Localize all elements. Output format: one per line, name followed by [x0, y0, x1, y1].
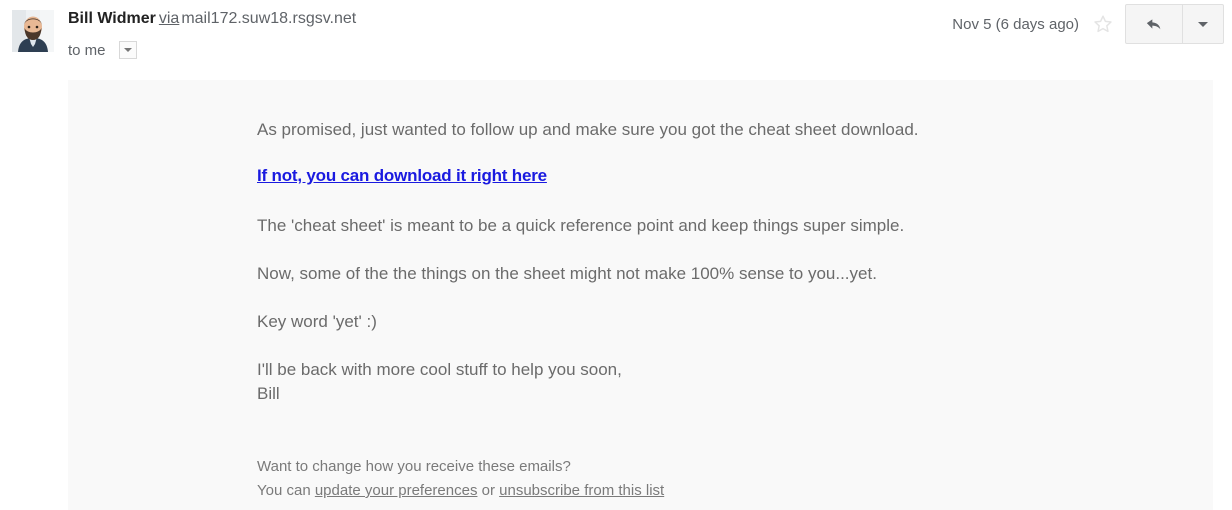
avatar[interactable] — [12, 10, 54, 52]
message-date: Nov 5 (6 days ago) — [952, 15, 1079, 33]
chevron-down-icon — [1198, 21, 1208, 27]
body-paragraph-4: Key word 'yet' :) — [257, 312, 377, 331]
sender-avatar-photo — [12, 10, 54, 52]
footer-question: Want to change how you receive these ema… — [257, 458, 571, 475]
more-options-button[interactable] — [1183, 5, 1223, 43]
recipient-label: to me — [68, 42, 106, 59]
header-actions: Nov 5 (6 days ago) — [952, 4, 1224, 44]
email-body-panel: As promised, just wanted to follow up an… — [68, 80, 1213, 510]
download-cheat-sheet-link[interactable]: If not, you can download it right here — [257, 166, 547, 185]
reply-button[interactable] — [1126, 5, 1183, 43]
via-label[interactable]: via — [159, 10, 179, 27]
sender-line: Bill Widmer via mail172.suw18.rsgsv.net — [68, 8, 356, 30]
star-outline-icon — [1094, 15, 1112, 33]
sender-name[interactable]: Bill Widmer — [68, 10, 156, 27]
email-footer: Want to change how you receive these ema… — [257, 455, 664, 503]
signoff-line-2: Bill — [257, 384, 280, 403]
chevron-down-icon — [123, 48, 132, 53]
recipient-line[interactable]: to me — [68, 40, 137, 62]
body-signoff: I'll be back with more cool stuff to hel… — [257, 358, 622, 406]
body-paragraph-1: As promised, just wanted to follow up an… — [257, 120, 919, 139]
unsubscribe-link[interactable]: unsubscribe from this list — [499, 482, 664, 499]
sender-domain: mail172.suw18.rsgsv.net — [181, 10, 357, 27]
body-paragraph-3: Now, some of the the things on the sheet… — [257, 264, 877, 283]
reply-button-group — [1125, 4, 1224, 44]
cta-link-wrapper: If not, you can download it right here — [257, 164, 547, 188]
footer-prefix: You can — [257, 482, 315, 499]
footer-actions-line: You can update your preferences or unsub… — [257, 479, 664, 503]
message-header: Bill Widmer via mail172.suw18.rsgsv.net to… — [0, 0, 1232, 80]
update-preferences-link[interactable]: update your preferences — [315, 482, 478, 499]
signoff-line-1: I'll be back with more cool stuff to hel… — [257, 360, 622, 379]
footer-separator: or — [477, 482, 500, 499]
body-paragraph-2: The 'cheat sheet' is meant to be a quick… — [257, 216, 905, 235]
recipient-details-toggle[interactable] — [118, 41, 137, 60]
reply-arrow-icon — [1146, 19, 1161, 30]
star-button[interactable] — [1089, 10, 1117, 38]
